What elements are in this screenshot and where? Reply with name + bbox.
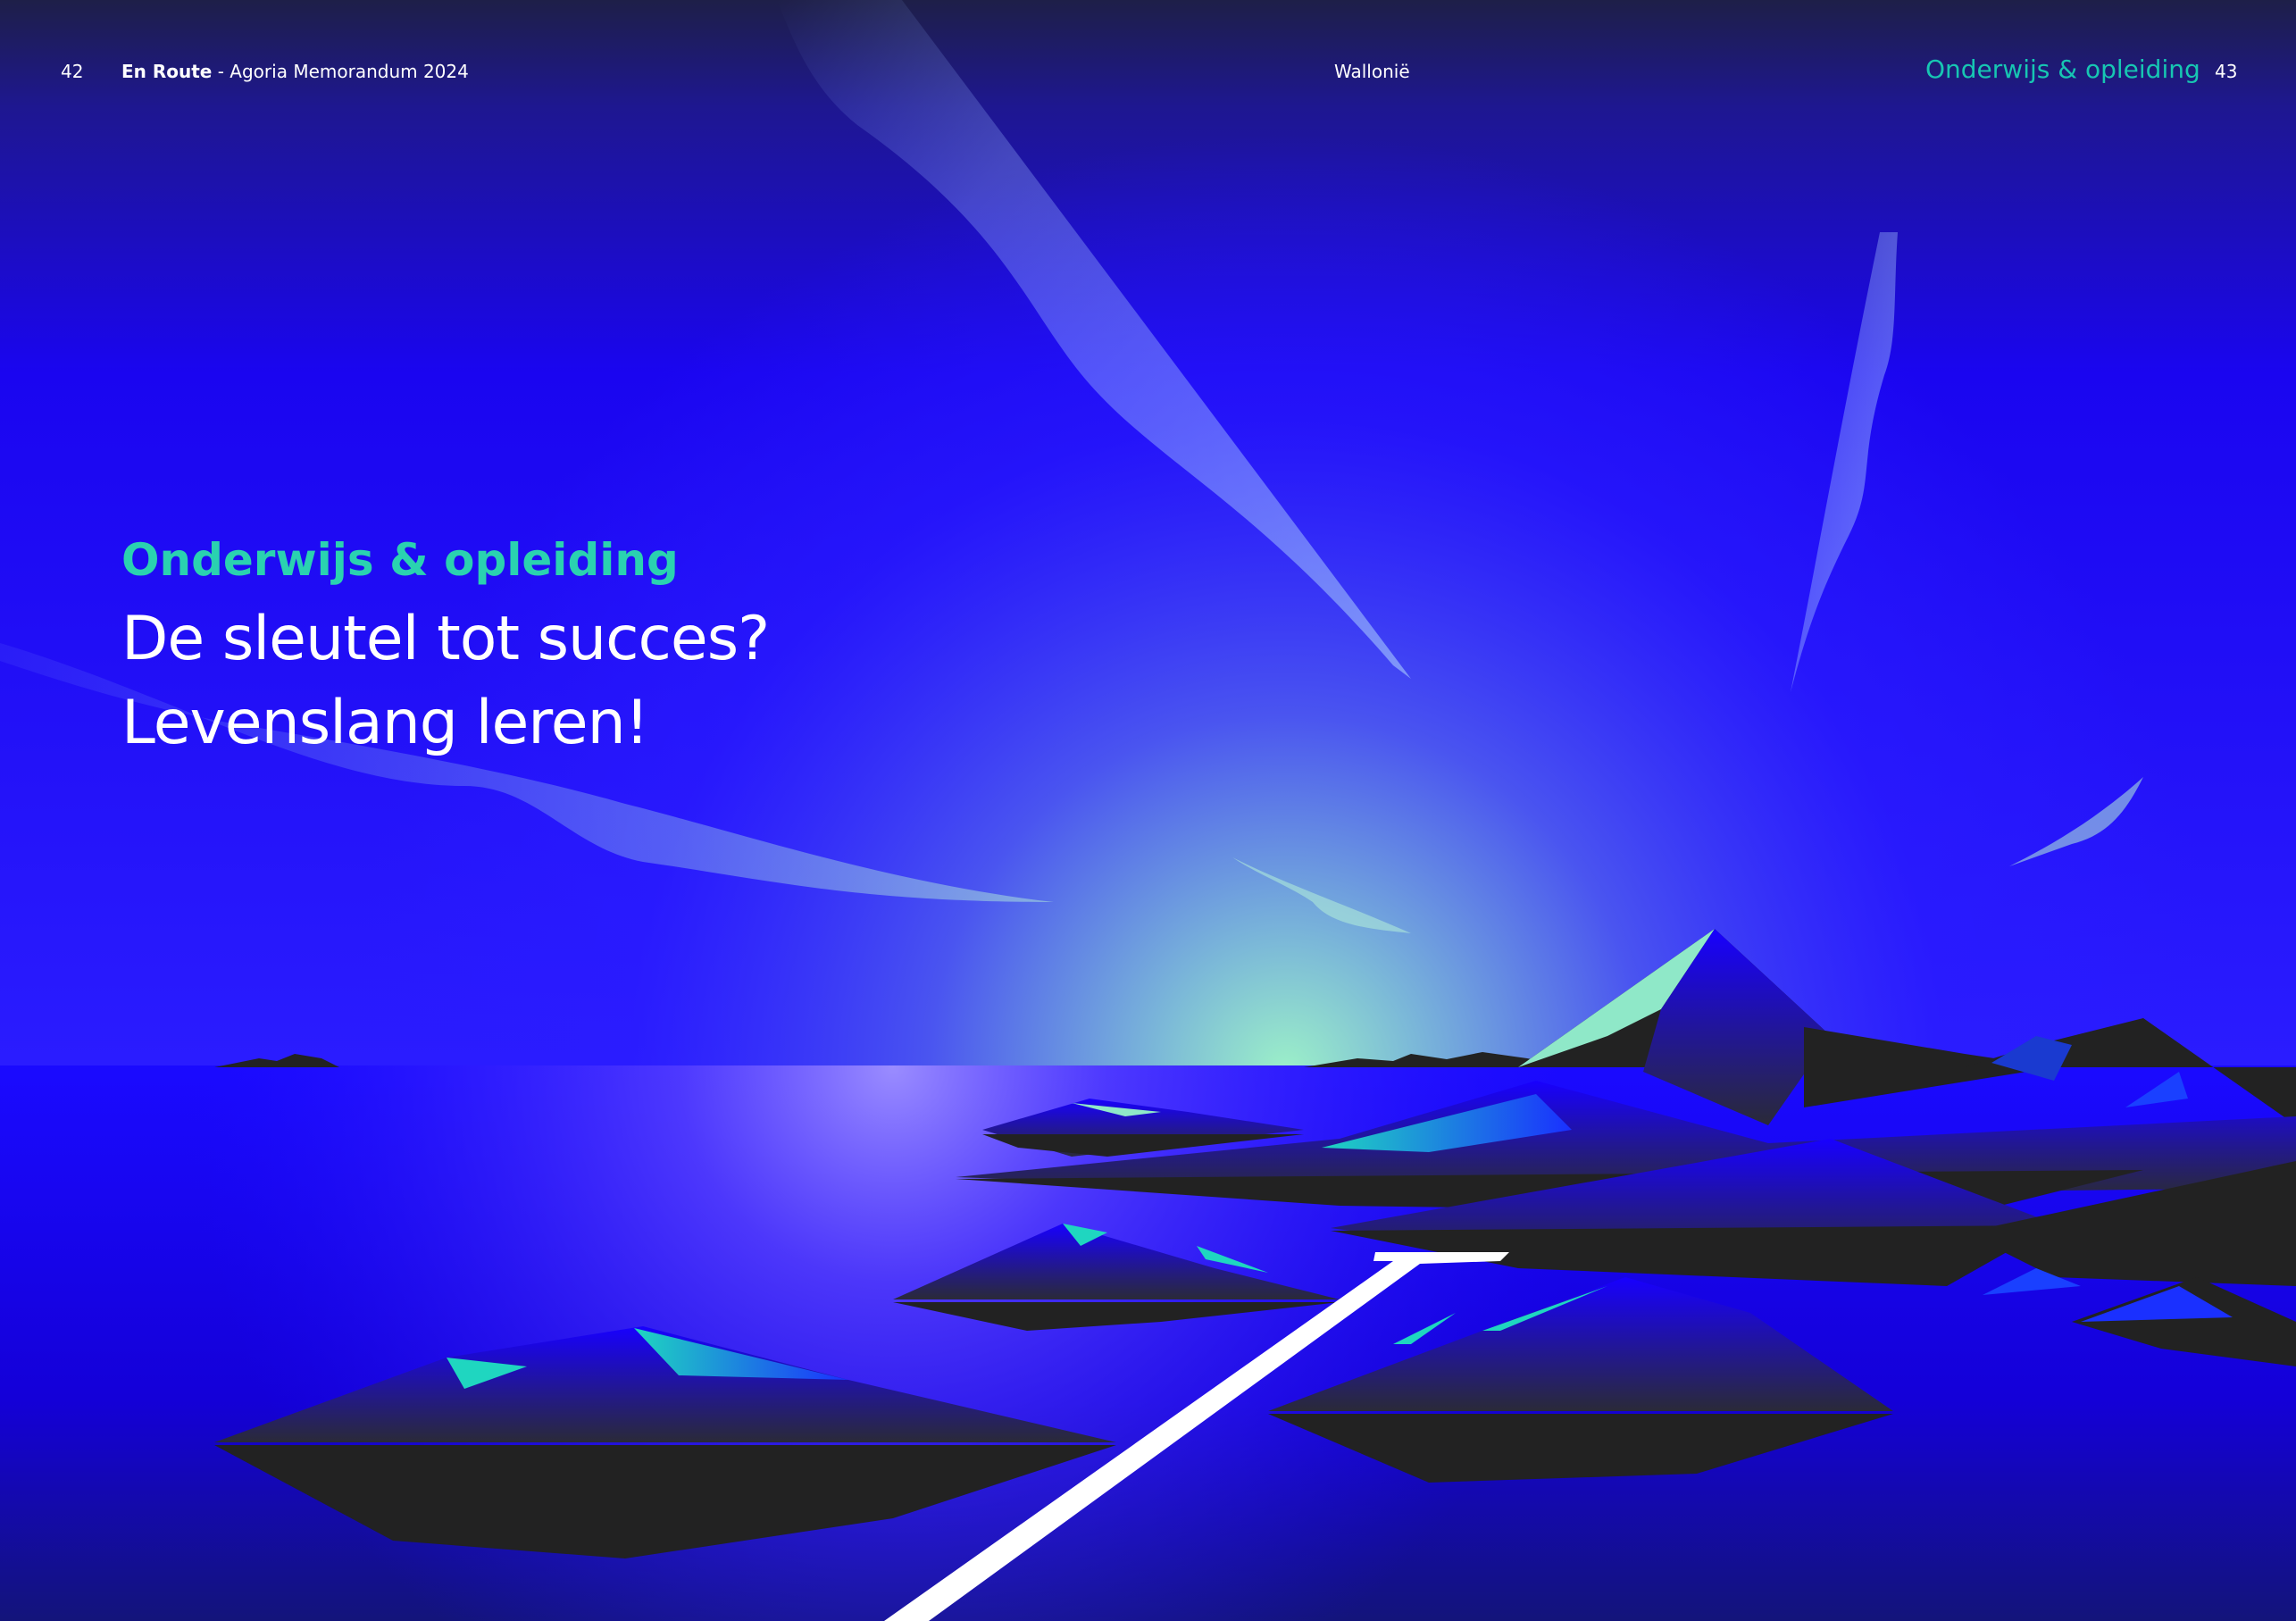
region-label: Wallonië [1334, 61, 1410, 82]
running-header: 42 En Route - Agoria Memorandum 2024 Wal… [0, 0, 2296, 143]
section-kicker: Onderwijs & opleiding [121, 534, 679, 586]
section-label: Onderwijs & opleiding [1925, 54, 2200, 84]
publication-subtitle: - Agoria Memorandum 2024 [212, 61, 469, 82]
headline-line-1: De sleutel tot succes? [121, 604, 770, 674]
headline: De sleutel tot succes? Levenslang leren! [121, 597, 1104, 765]
hero-headline-block: Onderwijs & opleiding De sleutel tot suc… [121, 536, 1104, 765]
headline-line-2: Levenslang leren! [121, 688, 649, 758]
page-number-left: 42 [61, 61, 84, 82]
magazine-spread: 42 En Route - Agoria Memorandum 2024 Wal… [0, 0, 2296, 1621]
publication-title: En Route - Agoria Memorandum 2024 [121, 63, 469, 80]
landscape-illustration [0, 0, 2296, 1621]
page-number-right: 43 [2215, 61, 2238, 82]
publication-name: En Route [121, 61, 213, 82]
